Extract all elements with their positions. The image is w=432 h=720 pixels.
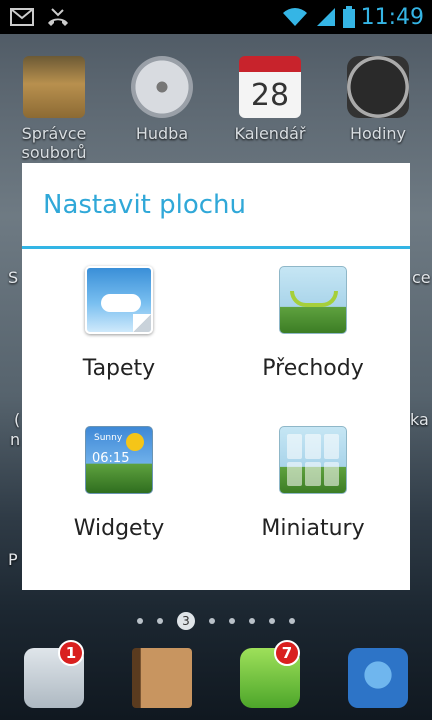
app-file-manager[interactable]: Správce souborů <box>0 56 108 162</box>
option-label: Tapety <box>82 356 156 381</box>
option-label: Přechody <box>262 356 364 381</box>
option-label: Widgety <box>73 516 165 541</box>
thumbnails-icon <box>279 426 347 494</box>
app-clock[interactable]: Hodiny <box>324 56 432 162</box>
contacts-icon <box>132 648 192 708</box>
missed-call-icon <box>48 8 68 26</box>
page-dot[interactable] <box>269 618 275 624</box>
app-label: Správce souborů <box>21 124 87 162</box>
dock-phone[interactable]: 1 <box>0 640 108 708</box>
obscured-label-fragment: P <box>8 550 18 569</box>
notification-badge: 7 <box>274 640 300 666</box>
dock: 1 7 <box>0 640 432 708</box>
dock-browser[interactable] <box>324 648 432 708</box>
music-disc-icon <box>131 56 193 118</box>
widget-sample-label: Sunny <box>94 433 123 443</box>
calendar-day: 28 <box>250 77 290 113</box>
option-transitions[interactable]: Přechody <box>216 266 410 381</box>
obscured-label-fragment: ka <box>410 410 429 429</box>
dialog-title: Nastavit plochu <box>22 163 410 249</box>
app-label: Kalendář <box>234 124 306 143</box>
page-dot[interactable] <box>157 618 163 624</box>
gmail-icon <box>10 8 34 26</box>
status-bar: 11:49 <box>0 0 432 34</box>
dock-messaging[interactable]: 7 <box>216 640 324 708</box>
folder-icon <box>23 56 85 118</box>
calendar-icon: 28 <box>239 56 301 118</box>
notification-badge: 1 <box>58 640 84 666</box>
option-label: Miniatury <box>261 516 365 541</box>
page-dot[interactable] <box>289 618 295 624</box>
page-dot[interactable] <box>137 618 143 624</box>
signal-icon <box>316 8 335 26</box>
dock-contacts[interactable] <box>108 648 216 708</box>
status-clock: 11:49 <box>360 4 424 30</box>
app-music[interactable]: Hudba <box>108 56 216 162</box>
page-dot-current[interactable]: 3 <box>177 612 195 630</box>
transitions-icon <box>279 266 347 334</box>
option-wallpapers[interactable]: Tapety <box>22 266 216 381</box>
wifi-icon <box>282 8 307 26</box>
obscured-label-fragment: S <box>8 268 19 287</box>
app-calendar[interactable]: 28 Kalendář <box>216 56 324 162</box>
app-label: Hodiny <box>349 124 407 143</box>
app-label: Hudba <box>135 124 189 143</box>
page-dot[interactable] <box>249 618 255 624</box>
clock-icon <box>347 56 409 118</box>
page-dot[interactable] <box>209 618 215 624</box>
home-app-row: Správce souborů Hudba 28 Kalendář Hodiny <box>0 56 432 162</box>
obscured-label-fragment: ce <box>412 268 431 287</box>
wallpaper-icon <box>85 266 153 334</box>
set-home-screen-dialog: Nastavit plochu Tapety Přechody Sunny 06… <box>22 163 410 590</box>
widget-sample-time: 06:15 <box>92 451 130 466</box>
page-indicator[interactable]: 3 <box>0 612 432 630</box>
obscured-label-fragment: n <box>10 430 21 449</box>
option-widgets[interactable]: Sunny 06:15 Widgety <box>22 426 216 541</box>
widgets-icon: Sunny 06:15 <box>85 426 153 494</box>
obscured-label-fragment: ( <box>14 410 21 429</box>
battery-icon <box>342 6 355 28</box>
page-dot[interactable] <box>229 618 235 624</box>
browser-globe-icon <box>348 648 408 708</box>
option-thumbnails[interactable]: Miniatury <box>216 426 410 541</box>
